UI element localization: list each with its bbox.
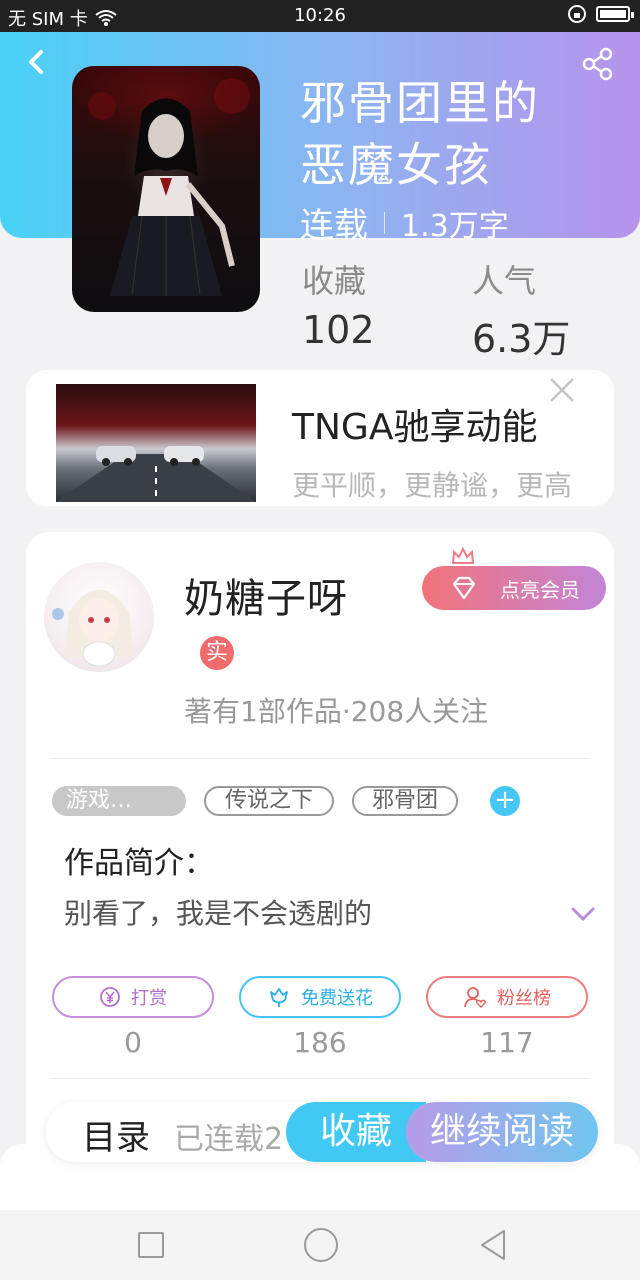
recent-apps-icon[interactable] bbox=[138, 1232, 164, 1258]
book-title-line1: 邪骨团里的 bbox=[300, 76, 540, 130]
fans-label: 粉丝榜 bbox=[497, 988, 551, 1009]
flower-count: 186 bbox=[293, 1026, 347, 1059]
serial-progress: 已连载2 bbox=[174, 1122, 284, 1157]
ad-image bbox=[56, 384, 256, 502]
meta-divider bbox=[384, 211, 385, 234]
tip-label: 打赏 bbox=[131, 988, 167, 1009]
continue-reading-button[interactable]: 继续阅读 bbox=[406, 1102, 598, 1162]
ad-subtitle: 更平顺，更静谧，更高 bbox=[292, 469, 573, 502]
book-title: 邪骨团里的 恶魔女孩 bbox=[300, 72, 600, 196]
verified-badge: 实 bbox=[200, 636, 234, 670]
yen-coin-icon bbox=[100, 987, 120, 1007]
send-flower-button[interactable]: 免费送花 bbox=[239, 976, 401, 1018]
divider bbox=[50, 758, 590, 759]
intro-text: 别看了，我是不会透剧的 bbox=[64, 897, 373, 930]
flower-label: 免费送花 bbox=[301, 988, 373, 1009]
nav-back-icon[interactable] bbox=[478, 1228, 508, 1262]
crown-icon bbox=[451, 546, 475, 564]
avatar[interactable] bbox=[44, 562, 154, 672]
word-count: 1.3万字 bbox=[401, 208, 509, 244]
user-heart-icon bbox=[464, 987, 487, 1008]
battery-icon bbox=[596, 6, 634, 22]
add-favorite-button[interactable]: 收藏 bbox=[286, 1102, 426, 1162]
fans-ranking-button[interactable]: 粉丝榜 bbox=[426, 976, 588, 1018]
toc-button[interactable]: 目录 bbox=[82, 1110, 150, 1159]
cover-illustration bbox=[88, 78, 250, 296]
ad-banner[interactable]: TNGA驰享动能 更平顺，更静谧，更高 bbox=[26, 370, 614, 506]
author-stats: 著有1部作品·208人关注 bbox=[184, 695, 489, 728]
ad-title: TNGA驰享动能 bbox=[292, 407, 538, 448]
home-icon[interactable] bbox=[304, 1228, 338, 1262]
popularity-label: 人气 bbox=[472, 262, 537, 300]
car-illustration bbox=[56, 446, 256, 502]
favorites-count: 102 bbox=[302, 308, 375, 352]
add-tag-button[interactable]: + bbox=[490, 786, 520, 816]
rotation-lock-icon bbox=[568, 5, 586, 23]
chevron-down-icon[interactable] bbox=[570, 906, 596, 922]
book-title-line2: 恶魔女孩 bbox=[300, 138, 492, 192]
fans-count: 117 bbox=[480, 1026, 534, 1059]
serial-status: 连载 bbox=[300, 206, 368, 246]
flower-icon bbox=[270, 988, 288, 1007]
author-name[interactable]: 奶糖子呀 bbox=[184, 566, 348, 624]
back-icon[interactable] bbox=[20, 46, 52, 78]
intro-title: 作品简介： bbox=[64, 846, 214, 881]
tag-item[interactable]: 传说之下 bbox=[204, 786, 334, 816]
tag-item[interactable]: 游戏… bbox=[52, 786, 186, 816]
avatar-illustration bbox=[52, 589, 134, 667]
tip-count: 0 bbox=[124, 1026, 142, 1059]
book-cover[interactable] bbox=[72, 66, 260, 312]
favorites-label: 收藏 bbox=[302, 262, 367, 300]
status-bar: 无 SIM 卡 10:26 bbox=[0, 0, 640, 32]
book-meta: 连载 1.3万字 bbox=[300, 198, 509, 247]
tip-button[interactable]: 打赏 bbox=[52, 976, 214, 1018]
divider bbox=[50, 1078, 590, 1079]
vip-button-label: 点亮会员 bbox=[500, 577, 580, 602]
close-icon[interactable] bbox=[548, 376, 576, 404]
popularity-count: 6.3万 bbox=[472, 317, 571, 361]
tag-item[interactable]: 邪骨团 bbox=[352, 786, 458, 816]
diamond-icon bbox=[452, 576, 476, 600]
clock: 10:26 bbox=[294, 5, 346, 26]
